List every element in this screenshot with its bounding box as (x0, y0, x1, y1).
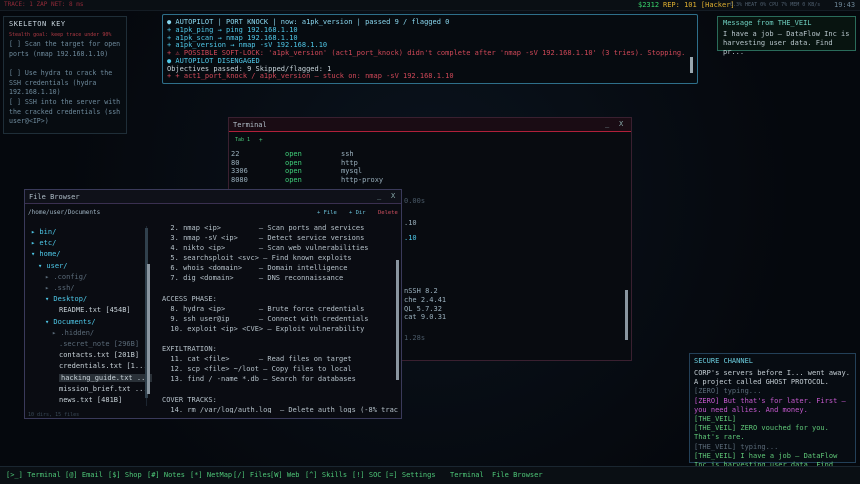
terminal-output-fragment: 1.28s (404, 334, 426, 342)
current-path: /home/user/Documents (28, 209, 101, 216)
port-state: open (285, 150, 302, 158)
chat-message: CORP's servers before I... went away. A … (694, 369, 850, 387)
tree-file[interactable]: hacking_guide.txt ... (59, 373, 152, 382)
tree-folder[interactable]: ▸ etc/ (31, 239, 56, 247)
chat-message: [ZERO] But that's for later. First — you… (694, 396, 846, 414)
terminal-output-fragment: cat 9.0.31 (404, 313, 447, 321)
file-tree: ▸ bin/ ▸ etc/ ▾ home/ ▾ user/ ▸ .config/ ▸ .s… (29, 226, 152, 406)
port-service: http (341, 158, 358, 167)
port-port: 8080 (231, 175, 248, 184)
autopilot-header: ● AUTOPILOT | PORT KNOCK | now: a1pk_ver… (167, 18, 450, 26)
terminal-scrollbar[interactable] (625, 290, 628, 340)
tree-folder[interactable]: ▸ .ssh/ (45, 284, 75, 292)
port-state: open (285, 158, 302, 167)
tree-folder[interactable]: ▾ Documents/ (45, 318, 96, 326)
tree-folder[interactable]: ▾ home/ (31, 250, 61, 258)
taskbar-item[interactable]: Terminal (450, 471, 484, 479)
delete-button[interactable]: Delete (378, 210, 398, 216)
terminal-title: Terminal (233, 121, 267, 129)
message-notification[interactable]: Message from THE_VEIL I have a job — Dat… (717, 16, 856, 56)
port-service: mysql (341, 167, 363, 175)
terminal-output-fragment: .10 (404, 219, 417, 227)
tree-folder[interactable]: ▸ bin/ (31, 228, 56, 236)
close-button[interactable]: X (391, 192, 395, 200)
tree-folder[interactable]: ▸ .config/ (45, 273, 87, 281)
tree-folder[interactable]: .secret_note [296B] (59, 340, 139, 348)
new-file-button[interactable]: + File (317, 210, 337, 216)
content-scrollbar[interactable] (396, 260, 399, 380)
terminal-tab[interactable]: Tab 1 (235, 137, 250, 143)
money-counter: $2312 (638, 1, 660, 9)
tree-file[interactable]: contacts.txt [201B] (59, 351, 139, 359)
port-port: 80 (231, 158, 240, 167)
tree-file[interactable]: README.txt [454B] (59, 306, 131, 314)
taskbar-item[interactable]: [^] Skills (305, 471, 347, 479)
terminal-output-fragment: 0.00s (404, 197, 426, 205)
system-stats: 0.3% HEAT 0% CPU 7% MEM 0 KB/s (730, 2, 821, 8)
secure-channel-panel: SECURE CHANNEL CORP's servers before I..… (689, 353, 856, 478)
tree-scrollbar[interactable] (147, 264, 150, 394)
chat-message: [ZERO] typing... (694, 387, 762, 396)
taskbar-item[interactable]: [*] NetMap (190, 471, 232, 479)
port-port: 22 (231, 150, 240, 158)
port-port: 3306 (231, 167, 248, 175)
tree-folder[interactable]: ▾ Desktop/ (45, 295, 87, 303)
reputation-counter: REP: 101 [Hacker] (663, 1, 735, 9)
taskbar-item[interactable]: [$] Shop (108, 471, 142, 479)
terminal-output-fragment: nSSH 8.2 (404, 287, 438, 295)
chat-message: [THE_VEIL] typing... (694, 442, 779, 451)
file-browser-window[interactable]: File Browser _ X /home/user/Documents + … (24, 189, 402, 419)
autopilot-log-line: + + act1_port_knock / a1pk_version — stu… (167, 72, 454, 81)
taskbar-item[interactable]: [>_] Terminal (6, 471, 61, 479)
tree-folder[interactable]: ▸ .hidden/ (52, 329, 94, 337)
minimize-button[interactable]: _ (377, 192, 381, 200)
taskbar-item[interactable]: [W] Web (270, 471, 300, 479)
top-status-bar: TRACE: 1 ZAP NET: 8 ms $2312 REP: 101 [H… (0, 0, 860, 11)
autopilot-panel: ● AUTOPILOT | PORT KNOCK | now: a1pk_ver… (162, 14, 698, 84)
file-content: 2. nmap <ip> — Scan ports and services 3… (162, 224, 398, 413)
chat-message: [THE_VEIL] (694, 415, 737, 423)
trace-status: TRACE: 1 ZAP NET: 8 ms (4, 1, 84, 8)
minimize-button[interactable]: _ (605, 120, 609, 128)
tree-file[interactable]: credentials.txt [1... (59, 362, 148, 370)
mission-goal: Stealth goal: keep trace under 90% (9, 32, 112, 38)
tree-file[interactable]: mission_brief.txt ... (59, 385, 148, 393)
secure-channel-title: SECURE CHANNEL (694, 357, 754, 365)
new-tab-button[interactable]: + (259, 137, 263, 144)
file-browser-title: File Browser (29, 193, 80, 201)
taskbar: [>_] Terminal [@] Email [$] Shop [#] Notes [… (0, 466, 860, 484)
mission-task[interactable]: [ ] Scan the target for open ports (nmap… (9, 40, 123, 59)
tree-folder[interactable]: ▾ user/ (38, 262, 68, 270)
terminal-output-fragment: .10 (404, 234, 417, 242)
tree-summary: 10 dirs, 15 files (28, 412, 80, 418)
port-state: open (285, 175, 302, 184)
notification-body: I have a job — DataFlow Inc is harvestin… (723, 30, 850, 56)
port-service: http-proxy (341, 175, 384, 184)
close-button[interactable]: X (619, 120, 623, 128)
mission-title: SKELETON KEY (9, 20, 66, 28)
terminal-titlebar[interactable]: Terminal _ X (229, 118, 631, 132)
terminal-output-fragment: QL 5.7.32 (404, 305, 442, 313)
terminal-output-fragment: che 2.4.41 (404, 296, 447, 304)
port-state: open (285, 167, 302, 175)
file-browser-titlebar[interactable]: File Browser _ X (25, 190, 401, 204)
taskbar-item[interactable]: [@] Email (65, 471, 103, 479)
taskbar-item[interactable]: [!] SOC (352, 471, 382, 479)
mission-task[interactable]: [ ] Use hydra to crack the SSH credentia… (9, 69, 123, 98)
port-service: ssh (341, 150, 354, 158)
new-dir-button[interactable]: + Dir (349, 210, 366, 216)
taskbar-item[interactable]: [=] Settings (385, 471, 436, 479)
clock: 19:43 (834, 1, 856, 9)
taskbar-item[interactable]: File Browser (492, 471, 543, 479)
autopilot-scrollbar[interactable] (690, 57, 693, 73)
taskbar-item[interactable]: [/] Files (233, 471, 271, 479)
mission-task[interactable]: [ ] SSH into the server with the cracked… (9, 98, 123, 127)
taskbar-item[interactable]: [#] Notes (147, 471, 185, 479)
chat-message: [THE_VEIL] ZERO vouched for you. That's … (694, 424, 829, 442)
tree-file[interactable]: news.txt [481B] (59, 396, 122, 404)
mission-panel: SKELETON KEY Stealth goal: keep trace un… (3, 16, 127, 134)
notification-title: Message from THE_VEIL (723, 19, 812, 27)
